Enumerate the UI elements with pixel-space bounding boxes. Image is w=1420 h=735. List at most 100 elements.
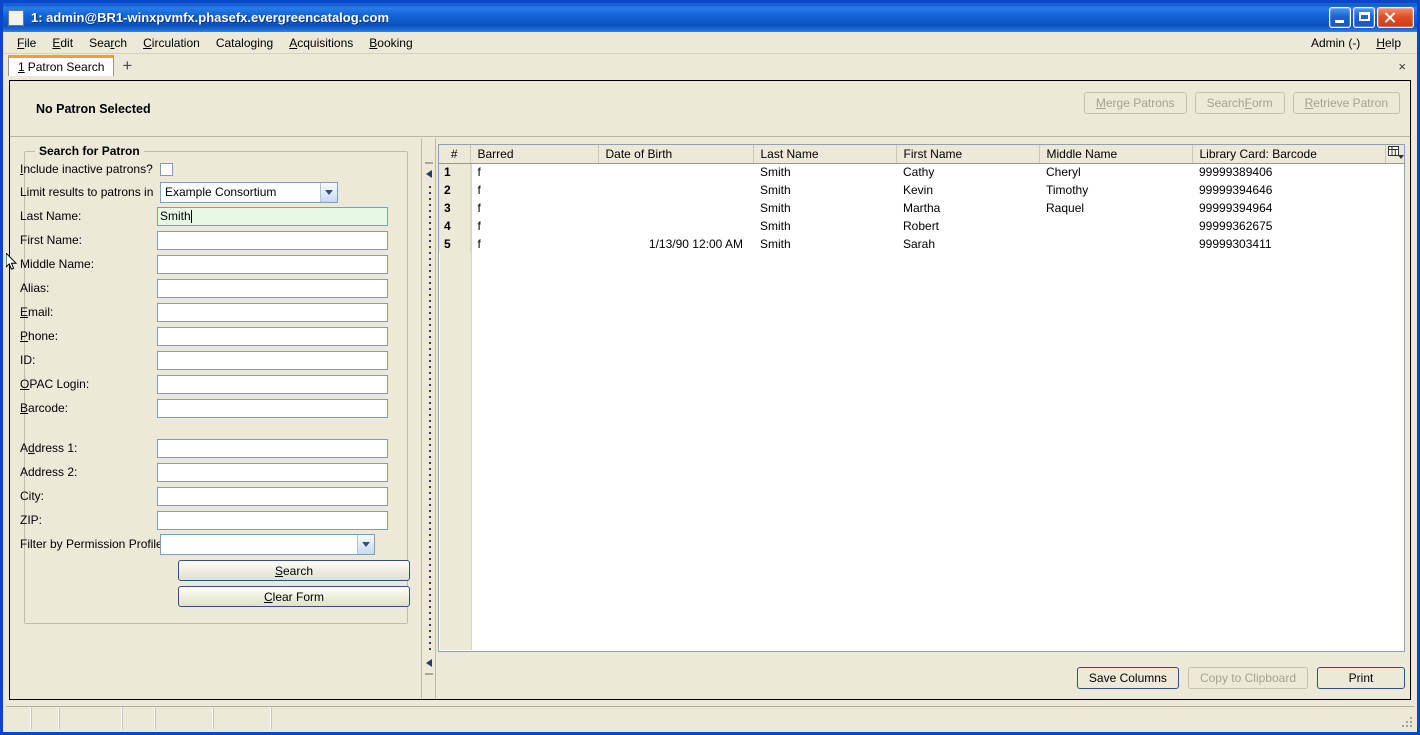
permission-profile-select[interactable] — [160, 533, 375, 555]
cell-middle-name: Cheryl — [1046, 165, 1081, 180]
cell-last-name: Smith — [760, 183, 791, 197]
cell-first-name: Kevin — [903, 183, 934, 197]
zip-input[interactable] — [156, 510, 388, 530]
row-email: Email: — [20, 301, 388, 323]
menu-cataloging[interactable]: Cataloging — [208, 34, 281, 52]
merge-patrons-button[interactable]: Merge Patrons — [1083, 92, 1187, 114]
menu-circulation[interactable]: Circulation — [135, 34, 208, 52]
cell-last-name: Smith — [760, 237, 791, 251]
barcode-input[interactable] — [156, 398, 388, 418]
cell-end — [1385, 199, 1404, 217]
email-label: Email: — [20, 305, 54, 319]
address-1-input[interactable] — [156, 438, 388, 458]
address-2-input[interactable] — [156, 462, 388, 482]
last-name-label: Last Name: — [20, 209, 82, 223]
table-row[interactable]: 3 f Smith Martha Raquel 99999394964 — [439, 199, 1404, 217]
cell-date-of-birth — [598, 163, 753, 181]
last-name-value: Smith — [159, 209, 191, 223]
search-button[interactable]: Search — [178, 560, 410, 581]
row-address-1: Address 1: — [20, 437, 388, 459]
column-header-date-of-birth[interactable]: Date of Birth — [598, 145, 754, 164]
close-button[interactable] — [1377, 7, 1414, 28]
maximize-button[interactable] — [1353, 7, 1375, 28]
menu-search[interactable]: Search — [81, 34, 135, 52]
column-header-last-name[interactable]: Last Name — [753, 145, 897, 164]
menu-help[interactable]: Help — [1368, 34, 1409, 52]
middle-name-input[interactable] — [156, 254, 388, 274]
include-inactive-checkbox[interactable] — [160, 162, 173, 176]
status-cell-2 — [31, 707, 59, 729]
search-pane: Search for Patron Include inactive patro… — [10, 138, 421, 699]
close-tab-icon[interactable]: × — [1398, 59, 1417, 74]
cell-middle-name: Timothy — [1046, 183, 1089, 197]
patron-summary-header: No Patron Selected Merge Patrons Search … — [10, 81, 1410, 137]
table-row[interactable]: 2 f Smith Kevin Timothy 99999394646 — [439, 181, 1404, 199]
row-city: City: — [20, 485, 388, 507]
tab-patron-search[interactable]: 1 Patron Search — [8, 55, 115, 76]
column-header-barred[interactable]: Barred — [470, 145, 599, 164]
tab-label: Patron Search — [27, 60, 105, 74]
print-button[interactable]: Print — [1317, 667, 1405, 689]
title-bar: 1: admin@BR1-winxpvmfx.phasefx.evergreen… — [3, 3, 1417, 32]
city-input[interactable] — [156, 486, 388, 506]
results-action-buttons: Save Columns Copy to Clipboard Print — [1076, 667, 1405, 689]
email-input[interactable] — [156, 302, 388, 322]
cell-barred: f — [477, 165, 481, 180]
status-cell-4 — [122, 707, 155, 729]
table-row[interactable]: 5 f 1/13/90 12:00 AM Smith Sarah 9999930… — [439, 235, 1404, 253]
status-bar — [6, 706, 1414, 729]
splitter-collapse-up-icon[interactable] — [426, 170, 432, 178]
new-tab-button[interactable]: + — [114, 57, 140, 75]
row-last-name: Last Name: Smith — [20, 205, 388, 227]
splitter-collapse-down-icon[interactable] — [426, 659, 432, 667]
row-limit-results: Limit results to patrons in Example Cons… — [20, 181, 388, 203]
row-barcode: Barcode: — [20, 397, 388, 419]
row-phone: Phone: — [20, 325, 388, 347]
cell-end — [1385, 235, 1404, 253]
column-header-middle-name[interactable]: Middle Name — [1039, 145, 1193, 164]
splitter-tick-bottom — [425, 673, 433, 675]
status-cell-3 — [59, 707, 122, 729]
id-input[interactable] — [156, 350, 388, 370]
column-header-number[interactable]: # — [439, 145, 471, 164]
cell-date-of-birth — [598, 181, 753, 199]
cell-middle-name — [1039, 217, 1192, 235]
id-label: ID: — [20, 353, 36, 367]
cell-barcode: 99999362675 — [1199, 219, 1273, 233]
cell-barred: f — [477, 201, 481, 215]
address-1-label: Address 1: — [20, 441, 78, 455]
menu-admin[interactable]: Admin (-) — [1303, 34, 1368, 52]
retrieve-patron-button[interactable]: Retrieve Patron — [1292, 92, 1400, 114]
column-header-library-card-barcode[interactable]: Library Card: Barcode — [1192, 145, 1386, 164]
last-name-input[interactable]: Smith — [156, 206, 388, 226]
cell-barred: f — [477, 219, 481, 233]
include-inactive-label: Include inactive patrons? — [20, 162, 153, 176]
copy-to-clipboard-button[interactable]: Copy to Clipboard — [1187, 667, 1308, 689]
row-opac-login: OPAC Login: — [20, 373, 388, 395]
pane-splitter[interactable] — [421, 138, 436, 699]
tab-number: 1 — [18, 60, 25, 74]
table-row[interactable]: 1 f Smith Cathy Cheryl 99999389406 — [439, 163, 1404, 181]
menu-file[interactable]: File — [9, 34, 44, 52]
alias-label: Alias: — [20, 281, 50, 295]
row-zip: ZIP: — [20, 509, 388, 531]
resize-grip-icon[interactable] — [1398, 715, 1414, 729]
menu-acquisitions[interactable]: Acquisitions — [281, 34, 361, 52]
table-row[interactable]: 4 f Smith Robert 99999362675 — [439, 217, 1404, 235]
save-columns-button[interactable]: Save Columns — [1076, 667, 1179, 689]
menu-edit[interactable]: Edit — [44, 34, 81, 52]
limit-results-select[interactable]: Example Consortium — [160, 181, 338, 203]
cell-middle-name — [1039, 235, 1192, 253]
minimize-button[interactable] — [1329, 7, 1351, 28]
cell-barcode: 99999303411 — [1199, 237, 1272, 251]
clear-form-button[interactable]: Clear Form — [178, 586, 410, 607]
column-picker-button[interactable] — [1385, 145, 1404, 164]
phone-input[interactable] — [156, 326, 388, 346]
alias-input[interactable] — [156, 278, 388, 298]
search-form-button[interactable]: Search Form — [1194, 92, 1285, 114]
first-name-input[interactable] — [156, 230, 388, 250]
limit-results-value: Example Consortium — [165, 185, 277, 199]
menu-booking[interactable]: Booking — [361, 34, 420, 52]
column-header-first-name[interactable]: First Name — [896, 145, 1040, 164]
opac-login-input[interactable] — [156, 374, 388, 394]
